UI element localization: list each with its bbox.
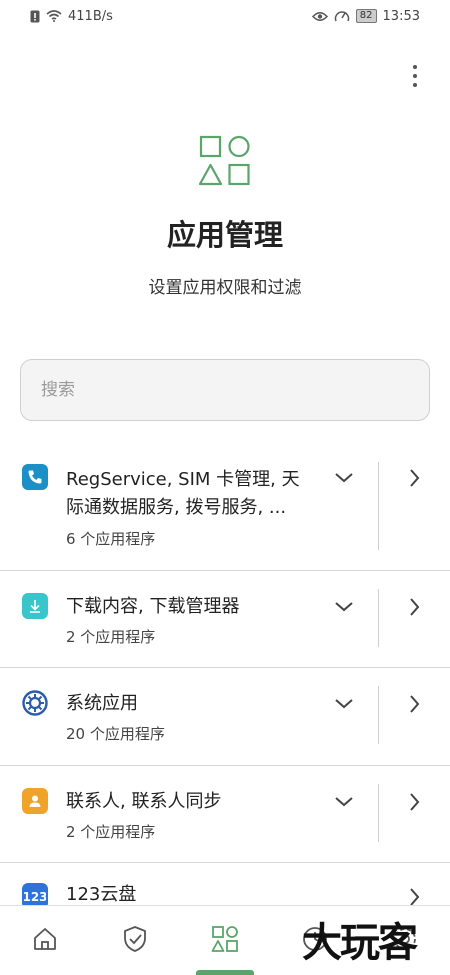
watermark: 大玩客 (302, 920, 418, 966)
home-icon[interactable] (30, 924, 60, 954)
chevron-right-icon[interactable] (404, 692, 424, 716)
app-group-list: RegService, SIM 卡管理, 天际通数据服务, 拨号服务, ... … (0, 448, 450, 923)
eye-icon (311, 11, 328, 21)
download-icon (22, 593, 48, 619)
app-group-title: RegService, SIM 卡管理, 天际通数据服务, 拨号服务, ... (66, 469, 300, 518)
vertical-divider (378, 686, 379, 744)
wifi-icon (46, 10, 62, 22)
chevron-down-icon[interactable] (332, 692, 356, 716)
list-item[interactable]: 联系人, 联系人同步 2 个应用程序 (0, 766, 450, 863)
status-bar: 411B/s 82 13:53 (0, 0, 450, 32)
network-speed: 411B/s (68, 8, 113, 24)
list-item[interactable]: RegService, SIM 卡管理, 天际通数据服务, 拨号服务, ... … (0, 448, 450, 571)
active-tab-indicator (196, 970, 254, 975)
chevron-down-icon[interactable] (332, 595, 356, 619)
phone-icon (22, 464, 48, 490)
chevron-right-icon[interactable] (404, 790, 424, 814)
battery-level: 82 (355, 9, 377, 23)
system-gear-icon (22, 690, 48, 716)
speedometer-icon (334, 11, 350, 22)
status-right: 82 13:53 (311, 8, 420, 24)
more-dot (413, 74, 417, 78)
app-shapes-icon (198, 135, 250, 186)
app-group-count: 6 个应用程序 (66, 530, 156, 548)
svg-text:123: 123 (24, 890, 46, 903)
vertical-divider (378, 784, 379, 842)
search-input[interactable] (20, 359, 430, 421)
vertical-divider (378, 462, 379, 550)
sim-alert-icon (30, 10, 40, 22)
apps-grid-icon[interactable] (210, 924, 240, 954)
chevron-down-icon[interactable] (332, 790, 356, 814)
more-dot (413, 83, 417, 87)
app-group-count: 20 个应用程序 (66, 725, 165, 743)
app-group-count: 2 个应用程序 (66, 628, 156, 646)
page-subtitle: 设置应用权限和过滤 (148, 278, 302, 298)
chevron-down-icon[interactable] (332, 466, 356, 490)
chevron-right-icon[interactable] (404, 595, 424, 619)
list-item[interactable]: 下载内容, 下载管理器 2 个应用程序 (0, 571, 450, 668)
app-group-count: 2 个应用程序 (66, 823, 156, 841)
vertical-divider (378, 589, 379, 647)
shield-check-icon[interactable] (120, 924, 150, 954)
app-group-title: 系统应用 (66, 693, 138, 714)
app-group-title: 联系人, 联系人同步 (66, 791, 222, 812)
chevron-right-icon[interactable] (404, 466, 424, 490)
page-title: 应用管理 (166, 218, 283, 252)
status-left: 411B/s (30, 9, 113, 24)
more-options-button[interactable] (404, 62, 426, 90)
list-item[interactable]: 系统应用 20 个应用程序 (0, 668, 450, 766)
more-dot (413, 65, 417, 69)
clock: 13:53 (382, 8, 420, 24)
contacts-icon (22, 788, 48, 814)
app-group-title: 下载内容, 下载管理器 (66, 596, 240, 617)
